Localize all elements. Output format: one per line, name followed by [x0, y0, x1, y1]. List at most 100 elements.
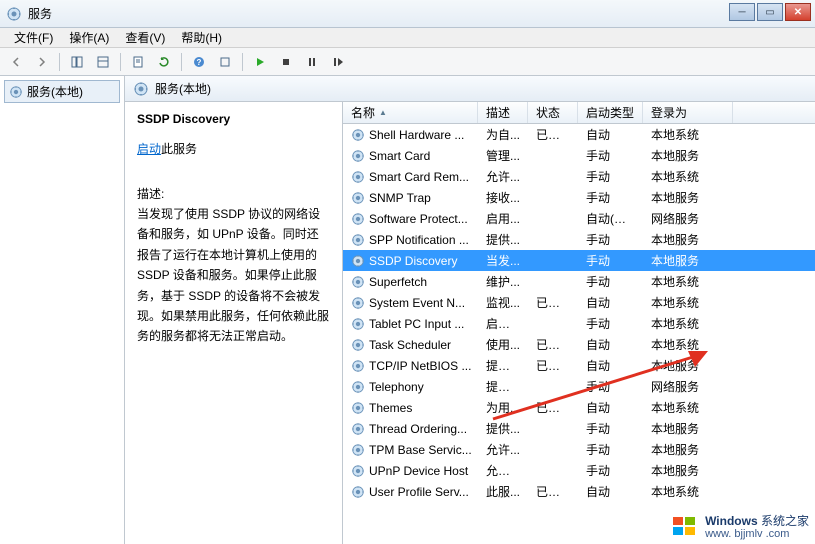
stop-service-button[interactable]	[274, 51, 298, 73]
service-startup: 手动	[578, 420, 643, 437]
service-logon: 本地服务	[643, 147, 733, 164]
service-icon	[351, 149, 365, 163]
service-icon	[351, 401, 365, 415]
service-startup: 手动	[578, 441, 643, 458]
service-icon	[351, 464, 365, 478]
column-startup-type[interactable]: 启动类型	[578, 102, 643, 123]
toolbar-separator	[181, 53, 182, 71]
extra-button[interactable]	[213, 51, 237, 73]
properties-button[interactable]	[126, 51, 150, 73]
pane-header: 服务(本地)	[125, 76, 815, 102]
service-name: SPP Notification ...	[369, 233, 469, 247]
service-row[interactable]: TCP/IP NetBIOS ...提供 ...已启动自动本地服务	[343, 355, 815, 376]
tree-root-label: 服务(本地)	[27, 83, 83, 100]
service-desc: 启用...	[478, 210, 528, 227]
column-description[interactable]: 描述	[478, 102, 528, 123]
service-startup: 自动	[578, 483, 643, 500]
menu-action[interactable]: 操作(A)	[61, 27, 117, 48]
service-name: Themes	[369, 401, 412, 415]
svg-text:?: ?	[197, 58, 202, 67]
service-logon: 本地系统	[643, 273, 733, 290]
tree-pane: 服务(本地)	[0, 76, 125, 544]
service-name: Telephony	[369, 380, 424, 394]
service-row[interactable]: Task Scheduler使用...已启动自动本地系统	[343, 334, 815, 355]
service-row[interactable]: Tablet PC Input ...启用 ...手动本地系统	[343, 313, 815, 334]
service-icon	[351, 254, 365, 268]
service-row[interactable]: SNMP Trap接收...手动本地服务	[343, 187, 815, 208]
service-logon: 本地系统	[643, 399, 733, 416]
service-row[interactable]: Smart Card管理...手动本地服务	[343, 145, 815, 166]
service-row[interactable]: Themes为用...已启动自动本地系统	[343, 397, 815, 418]
help-button[interactable]: ?	[187, 51, 211, 73]
service-logon: 本地服务	[643, 462, 733, 479]
service-name: SSDP Discovery	[369, 254, 457, 268]
service-icon	[351, 443, 365, 457]
column-logon-as[interactable]: 登录为	[643, 102, 733, 123]
service-logon: 本地服务	[643, 189, 733, 206]
service-row[interactable]: SSDP Discovery当发...手动本地服务	[343, 250, 815, 271]
service-row[interactable]: Thread Ordering...提供...手动本地服务	[343, 418, 815, 439]
minimize-button[interactable]: ─	[729, 3, 755, 21]
menu-help[interactable]: 帮助(H)	[173, 27, 230, 48]
list-header: 名称 ▲ 描述 状态 启动类型 登录为	[343, 102, 815, 124]
service-row[interactable]: Smart Card Rem...允许...手动本地系统	[343, 166, 815, 187]
back-button[interactable]	[4, 51, 28, 73]
service-startup: 手动	[578, 273, 643, 290]
service-row[interactable]: System Event N...监视...已启动自动本地系统	[343, 292, 815, 313]
service-row[interactable]: Shell Hardware ...为自...已启动自动本地系统	[343, 124, 815, 145]
service-desc: 此服...	[478, 483, 528, 500]
export-list-button[interactable]	[91, 51, 115, 73]
service-name: Superfetch	[369, 275, 427, 289]
service-desc: 提供 ...	[478, 378, 528, 395]
toolbar-separator	[120, 53, 121, 71]
menu-file[interactable]: 文件(F)	[6, 27, 61, 48]
service-logon: 本地系统	[643, 126, 733, 143]
show-hide-tree-button[interactable]	[65, 51, 89, 73]
restart-service-button[interactable]	[326, 51, 350, 73]
service-desc: 维护...	[478, 273, 528, 290]
forward-button[interactable]	[30, 51, 54, 73]
detail-pane: SSDP Discovery 启动此服务 描述: 当发现了使用 SSDP 协议的…	[125, 102, 343, 544]
service-row[interactable]: User Profile Serv...此服...已启动自动本地系统	[343, 481, 815, 502]
service-logon: 本地服务	[643, 252, 733, 269]
service-row[interactable]: Superfetch 维护... 手动本地系统	[343, 271, 815, 292]
service-icon	[351, 170, 365, 184]
menu-view[interactable]: 查看(V)	[117, 27, 173, 48]
column-name[interactable]: 名称 ▲	[343, 102, 478, 123]
service-startup: 手动	[578, 168, 643, 185]
service-logon: 网络服务	[643, 378, 733, 395]
service-logon: 本地服务	[643, 420, 733, 437]
service-name: Smart Card Rem...	[369, 170, 469, 184]
service-name: Smart Card	[369, 149, 430, 163]
column-status[interactable]: 状态	[528, 102, 578, 123]
list-body[interactable]: Shell Hardware ...为自...已启动自动本地系统 Smart Ca…	[343, 124, 815, 544]
toolbar-separator	[242, 53, 243, 71]
service-row[interactable]: Software Protect...启用...自动(延迟...网络服务	[343, 208, 815, 229]
close-button[interactable]: ✕	[785, 3, 811, 21]
service-row[interactable]: TPM Base Servic...允许...手动本地服务	[343, 439, 815, 460]
service-row[interactable]: Telephony提供 ...手动网络服务	[343, 376, 815, 397]
service-icon	[351, 191, 365, 205]
service-desc: 允许 ...	[478, 462, 528, 479]
maximize-button[interactable]: ▭	[757, 3, 783, 21]
service-startup: 自动	[578, 399, 643, 416]
service-desc: 启用 ...	[478, 315, 528, 332]
service-desc: 允许...	[478, 441, 528, 458]
tree-root-item[interactable]: 服务(本地)	[4, 80, 120, 103]
service-status: 已启动	[528, 357, 578, 374]
content-area: SSDP Discovery 启动此服务 描述: 当发现了使用 SSDP 协议的…	[125, 102, 815, 544]
pause-service-button[interactable]	[300, 51, 324, 73]
service-desc: 接收...	[478, 189, 528, 206]
window-title: 服务	[28, 5, 52, 22]
service-desc: 提供 ...	[478, 357, 528, 374]
refresh-button[interactable]	[152, 51, 176, 73]
service-desc: 管理...	[478, 147, 528, 164]
service-name: Tablet PC Input ...	[369, 317, 464, 331]
service-row[interactable]: UPnP Device Host允许 ...手动本地服务	[343, 460, 815, 481]
service-startup: 自动	[578, 357, 643, 374]
service-desc: 为自...	[478, 126, 528, 143]
start-service-button[interactable]	[248, 51, 272, 73]
main-area: 服务(本地) 服务(本地) SSDP Discovery 启动此服务 描述: 当…	[0, 76, 815, 544]
start-service-link[interactable]: 启动	[137, 142, 161, 156]
service-row[interactable]: SPP Notification ...提供...手动本地服务	[343, 229, 815, 250]
